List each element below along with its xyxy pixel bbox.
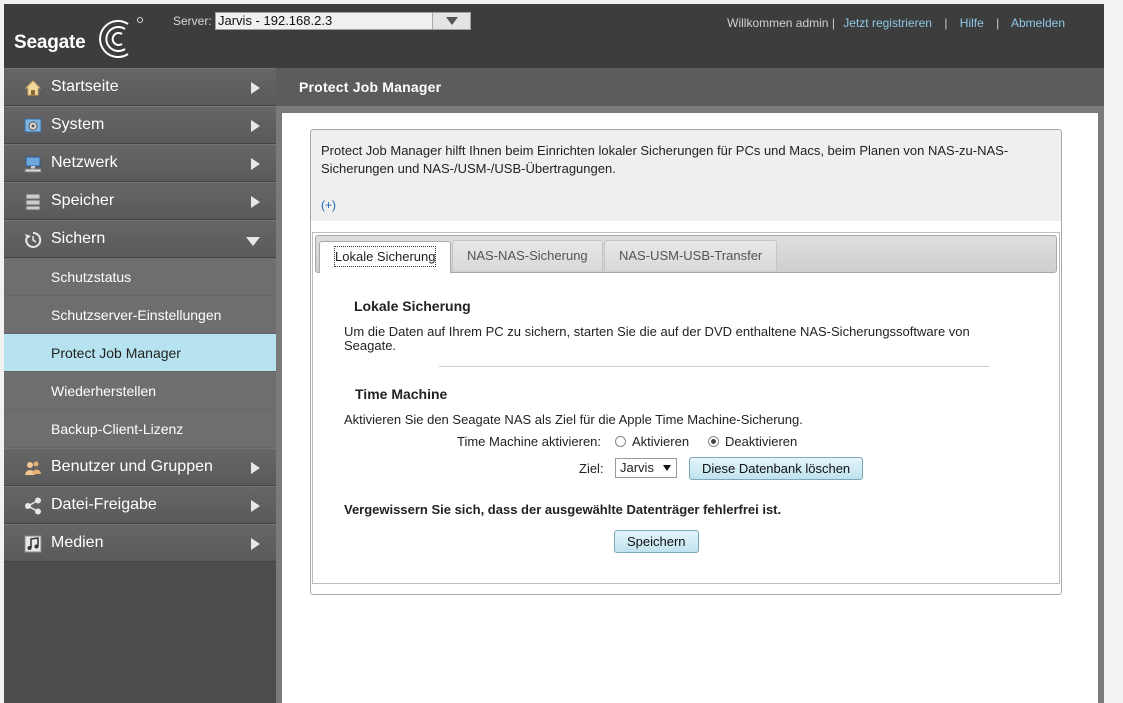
brand-name: Seagate xyxy=(14,32,86,53)
target-label: Ziel: xyxy=(579,461,604,476)
main-panel: Protect Job Manager Protect Job Manager … xyxy=(276,68,1104,703)
users-icon xyxy=(25,461,41,475)
server-select[interactable]: Jarvis - 192.168.2.3 xyxy=(215,12,471,30)
welcome-text: Willkommen admin | xyxy=(727,16,835,30)
window-edge xyxy=(1104,0,1123,703)
sidebar: Startseite System Netzwerk Speicher Sich… xyxy=(4,68,276,703)
sidebar-item-netzwerk[interactable]: Netzwerk xyxy=(4,144,276,182)
intro-section: Protect Job Manager hilft Ihnen beim Ein… xyxy=(311,130,1061,221)
tab-panel: Lokale Sicherung NAS-NAS-Sicherung NAS-U… xyxy=(312,232,1060,584)
sidebar-item-medien[interactable]: Medien xyxy=(4,524,276,562)
sidebar-item-label: Sichern xyxy=(51,230,106,247)
app-window: Seagate Server: Jarvis - 192.168.2.3 Wil… xyxy=(0,0,1123,703)
nav-separator: | xyxy=(996,16,1000,30)
save-button[interactable]: Speichern xyxy=(614,530,699,553)
share-icon xyxy=(25,497,41,515)
sidebar-subitem-schutzserver[interactable]: Schutzserver-Einstellungen xyxy=(4,296,276,334)
radio-button-deaktivieren[interactable] xyxy=(708,436,719,447)
time-machine-enable-label: Time Machine aktivieren: xyxy=(457,434,602,449)
tab-nas-nas-sicherung[interactable]: NAS-NAS-Sicherung xyxy=(452,240,603,271)
seagate-logo-icon xyxy=(99,17,143,58)
chevron-right-icon xyxy=(251,158,260,170)
sidebar-item-benutzer[interactable]: Benutzer und Gruppen xyxy=(4,448,276,486)
sidebar-item-system[interactable]: System xyxy=(4,106,276,144)
sidebar-subitem-backup-client-lizenz[interactable]: Backup-Client-Lizenz xyxy=(4,410,276,448)
expand-more-link[interactable]: (+) xyxy=(321,196,336,214)
sidebar-subitem-wiederherstellen[interactable]: Wiederherstellen xyxy=(4,372,276,410)
section-title-time-machine: Time Machine xyxy=(355,386,448,402)
sidebar-item-label: Startseite xyxy=(51,78,119,95)
radio-label-deaktivieren: Deaktivieren xyxy=(725,434,798,449)
content-area: Protect Job Manager hilft Ihnen beim Ein… xyxy=(282,113,1098,703)
sidebar-subitem-schutzstatus[interactable]: Schutzstatus xyxy=(4,258,276,296)
sidebar-item-label: Datei-Freigabe xyxy=(51,496,157,513)
server-select-toggle[interactable] xyxy=(432,13,470,29)
sidebar-item-label: System xyxy=(51,116,105,133)
local-text-line1: Um die Daten auf Ihrem PC zu sichern, st… xyxy=(344,324,970,339)
delete-database-button[interactable]: Diese Datenbank löschen xyxy=(689,457,864,480)
intro-text-line2: Sicherungen und NAS-/USM-/USB-Übertragun… xyxy=(321,161,616,176)
seagate-logo[interactable]: Seagate xyxy=(14,16,144,62)
sidebar-item-label: Medien xyxy=(51,534,104,551)
backup-icon xyxy=(25,231,42,248)
chevron-right-icon xyxy=(251,196,260,208)
chevron-right-icon xyxy=(251,538,260,550)
gear-icon xyxy=(24,118,42,133)
warning-text: Vergewissern Sie sich, dass der ausgewäh… xyxy=(344,502,782,517)
sidebar-item-startseite[interactable]: Startseite xyxy=(4,68,276,106)
sidebar-item-sichern[interactable]: Sichern xyxy=(4,220,276,258)
chevron-down-icon xyxy=(663,465,671,471)
target-select-value: Jarvis xyxy=(620,460,654,475)
server-select-value: Jarvis - 192.168.2.3 xyxy=(218,13,333,28)
chevron-down-icon xyxy=(446,17,458,25)
sidebar-submenu: Schutzstatus Schutzserver-Einstellungen … xyxy=(4,258,276,448)
section-divider xyxy=(439,366,989,367)
sidebar-item-label: Netzwerk xyxy=(51,154,118,171)
sidebar-item-datei-freigabe[interactable]: Datei-Freigabe xyxy=(4,486,276,524)
chevron-right-icon xyxy=(251,120,260,132)
chevron-right-icon xyxy=(251,82,260,94)
sidebar-item-label: Speicher xyxy=(51,192,115,209)
section-title-local: Lokale Sicherung xyxy=(354,298,471,314)
radio-button-aktivieren[interactable] xyxy=(615,436,626,447)
nav-separator: | xyxy=(944,16,948,30)
local-text-line2: Seagate. xyxy=(344,338,397,353)
server-label: Server: xyxy=(173,14,212,28)
help-link[interactable]: Hilfe xyxy=(960,16,984,30)
chevron-right-icon xyxy=(251,462,260,474)
logout-link[interactable]: Abmelden xyxy=(1011,16,1065,30)
radio-aktivieren[interactable]: Aktivieren xyxy=(615,435,689,449)
job-manager-box: Protect Job Manager hilft Ihnen beim Ein… xyxy=(310,129,1062,595)
sidebar-item-speicher[interactable]: Speicher xyxy=(4,182,276,220)
radio-deaktivieren[interactable]: Deaktivieren xyxy=(708,435,797,449)
storage-icon xyxy=(25,193,41,211)
chevron-down-icon xyxy=(246,237,260,246)
tab-label: Lokale Sicherung xyxy=(334,246,437,267)
home-icon xyxy=(24,80,42,96)
register-link[interactable]: Jetzt registrieren xyxy=(843,16,932,30)
tab-lokale-sicherung[interactable]: Lokale Sicherung xyxy=(319,241,452,273)
sidebar-item-label: Benutzer und Gruppen xyxy=(51,458,213,475)
media-icon xyxy=(24,535,42,553)
tab-nas-usm-usb-transfer[interactable]: NAS-USM-USB-Transfer xyxy=(604,240,778,271)
intro-text-line1: Protect Job Manager hilft Ihnen beim Ein… xyxy=(321,143,1009,158)
time-machine-description: Aktivieren Sie den Seagate NAS als Ziel … xyxy=(344,412,803,427)
page-title: Protect Job Manager xyxy=(276,68,1104,106)
target-select[interactable]: Jarvis xyxy=(615,458,677,478)
radio-label-aktivieren: Aktivieren xyxy=(632,434,690,449)
chevron-right-icon xyxy=(251,500,260,512)
network-icon xyxy=(24,156,42,173)
user-nav: Willkommen admin | Jetzt registrieren | … xyxy=(727,16,1065,30)
tab-bar: Lokale Sicherung NAS-NAS-Sicherung NAS-U… xyxy=(315,235,1057,273)
header-bar: Seagate Server: Jarvis - 192.168.2.3 Wil… xyxy=(4,4,1104,68)
sidebar-subitem-protect-job-manager[interactable]: Protect Job Manager xyxy=(4,334,276,372)
